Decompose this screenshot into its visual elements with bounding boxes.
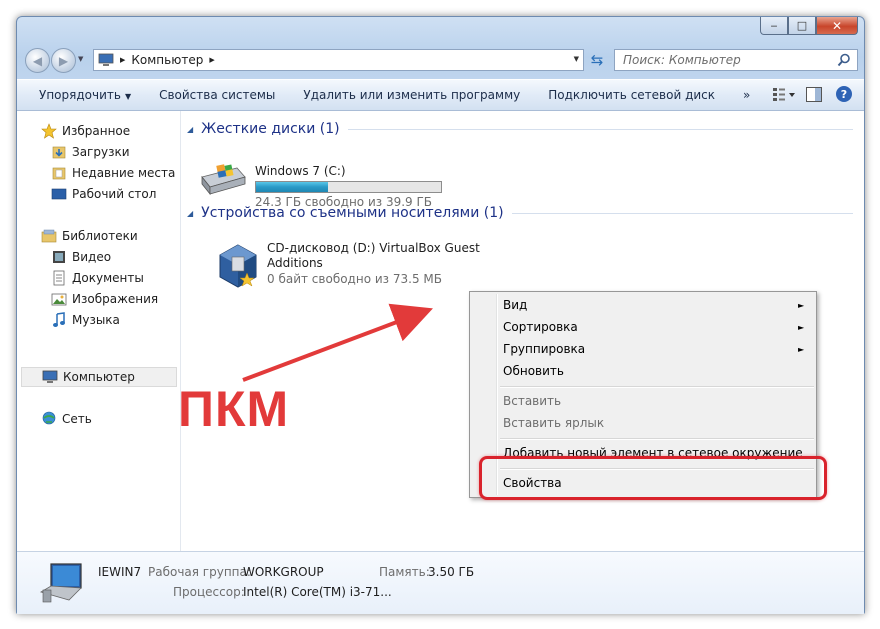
properties-highlight-box [479, 456, 827, 500]
menu-item-paste-shortcut[interactable]: Вставить ярлык [503, 416, 604, 430]
menu-item-label: Вид [503, 298, 528, 312]
submenu-arrow-icon: ► [798, 323, 805, 332]
menu-item-refresh[interactable]: Обновить [503, 364, 564, 378]
menu-separator [500, 438, 814, 440]
rmb-annotation-label: ПКМ [178, 381, 290, 437]
menu-item-label: Группировка [503, 342, 586, 356]
submenu-arrow-icon: ► [798, 301, 805, 310]
menu-item-paste[interactable]: Вставить [503, 394, 561, 408]
menu-item-view[interactable]: Вид ► [503, 298, 804, 312]
menu-item-sort[interactable]: Сортировка ► [503, 320, 804, 334]
menu-separator [500, 386, 814, 388]
menu-item-group[interactable]: Группировка ► [503, 342, 804, 356]
menu-item-label: Сортировка [503, 320, 578, 334]
submenu-arrow-icon: ► [798, 345, 805, 354]
